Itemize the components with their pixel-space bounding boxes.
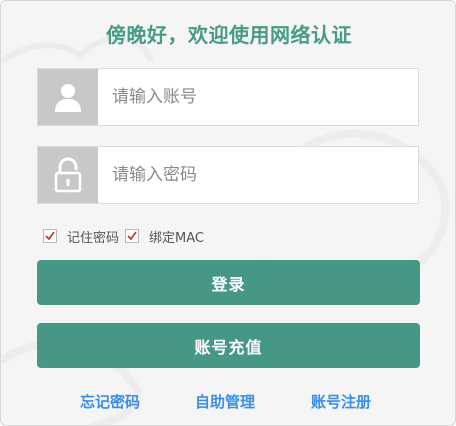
- checkmark-icon: [127, 231, 137, 241]
- page-title: 傍晚好，欢迎使用网络认证: [106, 23, 352, 47]
- password-input[interactable]: [98, 147, 418, 203]
- user-icon: [38, 69, 98, 125]
- lock-icon: [38, 147, 98, 203]
- login-panel: 傍晚好，欢迎使用网络认证 记住密码: [0, 0, 456, 426]
- login-button[interactable]: 登录: [37, 260, 420, 305]
- checkmark-icon: [45, 231, 55, 241]
- account-field: [37, 68, 419, 126]
- bind-mac-checkbox[interactable]: [125, 229, 140, 243]
- login-options: 记住密码 绑定MAC: [43, 227, 210, 246]
- account-input[interactable]: [98, 69, 418, 125]
- forgot-password-link[interactable]: 忘记密码: [80, 391, 140, 412]
- self-service-link[interactable]: 自助管理: [195, 391, 255, 412]
- remember-password-checkbox[interactable]: [43, 229, 57, 243]
- remember-password-label: 记住密码: [67, 230, 120, 246]
- footer-links: 忘记密码 自助管理 账号注册: [1, 391, 455, 412]
- recharge-button[interactable]: 账号充值: [37, 323, 420, 368]
- bind-mac-label: 绑定MAC: [149, 230, 204, 246]
- register-link[interactable]: 账号注册: [311, 391, 371, 412]
- password-field: [37, 146, 419, 204]
